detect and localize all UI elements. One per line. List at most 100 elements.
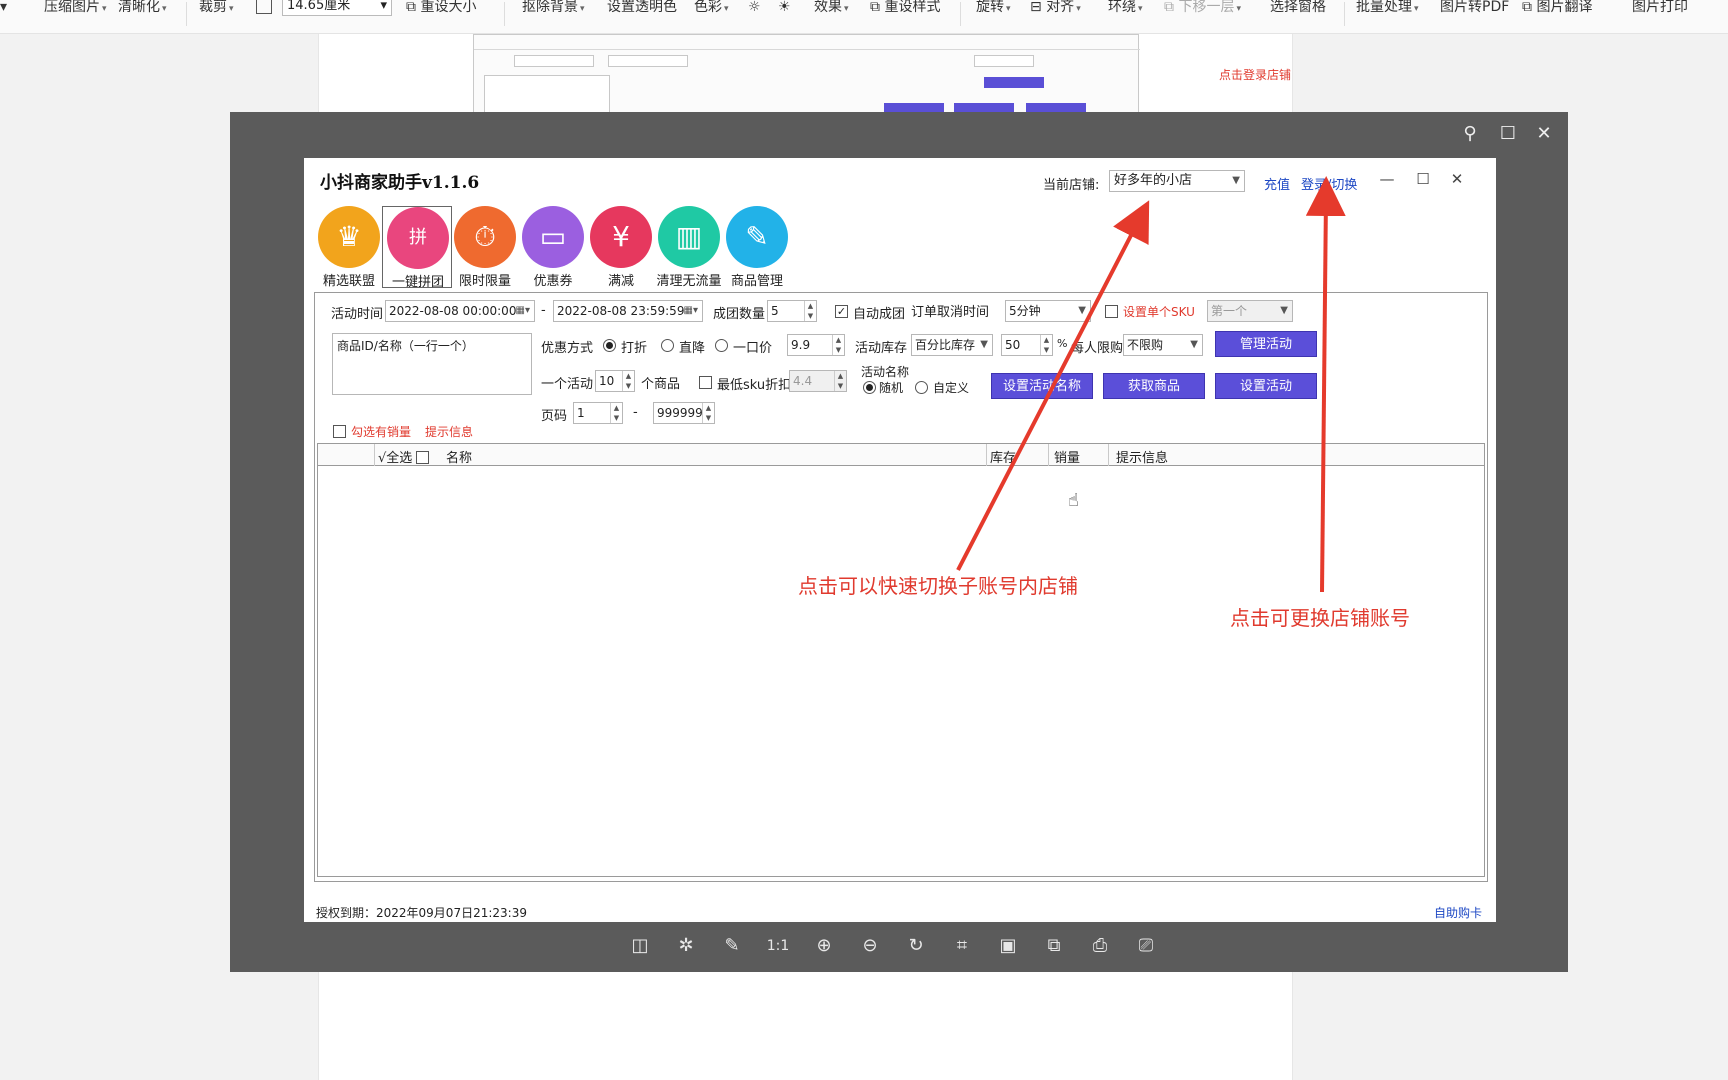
module-flash-sale[interactable]: ⏱ 限时限量 bbox=[450, 206, 520, 289]
color-button[interactable]: 色彩 ▾ bbox=[694, 0, 729, 18]
stock-value-stepper[interactable]: 50 ▲ ▼ bbox=[1001, 334, 1053, 356]
page-to-stepper[interactable]: 999999 ▲ ▼ bbox=[653, 402, 715, 424]
compress-image-button[interactable]: 压缩图片 ▾ bbox=[44, 0, 107, 18]
image-icon[interactable]: ▣ bbox=[994, 932, 1022, 960]
per-activity-stepper[interactable]: 10 ▲ ▼ bbox=[595, 370, 635, 392]
close-icon[interactable]: ✕ bbox=[1532, 122, 1556, 146]
image-print-button[interactable]: 图片打印 bbox=[1632, 0, 1688, 18]
ribbon-label: 效果 bbox=[814, 0, 842, 15]
magic-icon[interactable]: ✲ bbox=[672, 932, 700, 960]
discount-value-stepper[interactable]: 9.9 ▲ ▼ bbox=[787, 334, 845, 356]
select-all-checkbox[interactable] bbox=[416, 451, 430, 464]
sku-select[interactable]: 第一个 ▼ bbox=[1207, 300, 1293, 322]
rotate-button[interactable]: 旋转 ▾ bbox=[976, 0, 1011, 18]
select-all-header[interactable]: √全选 bbox=[378, 447, 430, 466]
self-service-card-link[interactable]: 自助购卡 bbox=[1434, 904, 1482, 921]
brightness-up-icon[interactable]: ☼ bbox=[748, 0, 761, 18]
login-switch-link[interactable]: 登录/切换 bbox=[1301, 174, 1357, 193]
tip-header[interactable]: 提示信息 bbox=[1116, 447, 1168, 466]
module-group-buy[interactable]: 拼 一键拼团 bbox=[382, 206, 452, 290]
image-translate-button[interactable]: ⧉ 图片翻译 bbox=[1522, 0, 1592, 18]
maximize-icon[interactable]: ☐ bbox=[1496, 122, 1520, 146]
spinner-icon[interactable]: ▲ ▼ bbox=[702, 403, 714, 423]
shop-select[interactable]: 好多年的小店 ▼ bbox=[1109, 170, 1245, 192]
page-from-stepper[interactable]: 1 ▲ ▼ bbox=[573, 402, 623, 424]
sales-header[interactable]: 销量 bbox=[1054, 447, 1080, 466]
set-activity-name-button[interactable]: 设置活动名称 bbox=[991, 373, 1093, 399]
module-product-management[interactable]: ✎ 商品管理 bbox=[722, 206, 792, 289]
brightness-down-icon[interactable]: ☀ bbox=[778, 0, 791, 18]
spinner-icon[interactable]: ▲ ▼ bbox=[834, 371, 846, 391]
crop-icon[interactable]: ⌗ bbox=[948, 932, 976, 960]
calendar-icon[interactable]: ▦▾ bbox=[516, 301, 530, 321]
spinner-icon[interactable]: ▲ ▼ bbox=[610, 403, 622, 423]
compare-icon[interactable]: ⧉ bbox=[1040, 932, 1068, 960]
product-table[interactable]: √全选 名称 库存 销量 提示信息 bbox=[317, 443, 1485, 877]
reset-size-button[interactable]: ⧉ 重设大小 bbox=[406, 0, 476, 18]
batch-process-button[interactable]: 批量处理 ▾ bbox=[1356, 0, 1419, 18]
size-input[interactable]: 14.65厘米 ▾ bbox=[282, 0, 392, 16]
auto-group-checkbox[interactable]: ✓ bbox=[835, 305, 848, 318]
spinner-icon[interactable]: ▲ ▼ bbox=[832, 335, 844, 355]
min-sku-checkbox[interactable] bbox=[699, 376, 712, 389]
module-coupon[interactable]: ▭ 优惠券 bbox=[518, 206, 588, 289]
module-cleanup[interactable]: ▥ 清理无流量 bbox=[654, 206, 724, 289]
zoom-in-icon[interactable]: ⊕ bbox=[810, 932, 838, 960]
start-time-input[interactable]: 2022-08-08 00:00:00 ▦▾ bbox=[385, 300, 535, 322]
reset-style-button[interactable]: ⧉ 重设样式 bbox=[870, 0, 940, 18]
manage-activity-button[interactable]: 管理活动 bbox=[1215, 331, 1317, 357]
stock-header[interactable]: 库存 bbox=[990, 447, 1016, 466]
shopping-bag-icon: 拼 bbox=[387, 207, 449, 269]
print-icon[interactable]: ⎚ bbox=[1132, 932, 1160, 960]
ribbon-toolbar: ▾ 压缩图片 ▾ 清晰化 ▾ 裁剪 ▾ 14.65厘米 ▾ ⧉ 重设大小 抠除背景 ▾ 设… bbox=[0, 0, 1728, 34]
discount-radio-percent[interactable] bbox=[603, 339, 616, 352]
selection-pane-button[interactable]: 选择窗格 bbox=[1270, 0, 1326, 18]
set-activity-button[interactable]: 设置活动 bbox=[1215, 373, 1317, 399]
discount-radio-fixed[interactable] bbox=[715, 339, 728, 352]
module-selected-alliance[interactable]: ♛ 精选联盟 bbox=[314, 206, 384, 289]
ribbon-caret[interactable]: ▾ bbox=[0, 0, 7, 18]
fetch-products-button[interactable]: 获取商品 bbox=[1103, 373, 1205, 399]
effects-button[interactable]: 效果 ▾ bbox=[814, 0, 849, 18]
name-radio-random[interactable] bbox=[863, 381, 876, 394]
actual-size-icon[interactable]: 1:1 bbox=[764, 932, 792, 960]
save-icon[interactable]: ⎙ bbox=[1086, 932, 1114, 960]
split-view-icon[interactable]: ◫ bbox=[626, 932, 654, 960]
transparent-color-button[interactable]: 设置透明色 bbox=[607, 0, 677, 18]
name-radio-custom[interactable] bbox=[915, 381, 928, 394]
discount-radio-direct[interactable] bbox=[661, 339, 674, 352]
limit-select[interactable]: 不限购 ▼ bbox=[1123, 334, 1203, 356]
caret-icon: ▾ bbox=[580, 4, 585, 14]
has-sales-checkbox[interactable] bbox=[333, 425, 346, 438]
product-id-textarea[interactable]: 商品ID/名称（一行一个） bbox=[332, 333, 532, 395]
close-icon[interactable]: ✕ bbox=[1446, 168, 1468, 190]
name-header[interactable]: 名称 bbox=[446, 447, 472, 466]
lock-aspect-icon[interactable] bbox=[256, 0, 272, 14]
spinner-icon[interactable]: ▲ ▼ bbox=[622, 371, 634, 391]
spinner-icon[interactable]: ▲ ▼ bbox=[1040, 335, 1052, 355]
stock-select[interactable]: 百分比库存 ▼ bbox=[911, 334, 993, 356]
group-count-stepper[interactable]: 5 ▲ ▼ bbox=[767, 300, 817, 322]
minimize-icon[interactable]: — bbox=[1376, 168, 1398, 190]
remove-bg-button[interactable]: 抠除背景 ▾ bbox=[522, 0, 585, 18]
cancel-time-select[interactable]: 5分钟 ▼ bbox=[1005, 300, 1091, 322]
end-time-input[interactable]: 2022-08-08 23:59:59 ▦▾ bbox=[553, 300, 703, 322]
module-discount[interactable]: ¥ 满减 bbox=[586, 206, 656, 289]
align-button[interactable]: ⊟ 对齐 ▾ bbox=[1030, 0, 1081, 18]
calendar-icon[interactable]: ▦▾ bbox=[684, 301, 698, 321]
maximize-icon[interactable]: ☐ bbox=[1412, 168, 1434, 190]
wrap-button[interactable]: 环绕 ▾ bbox=[1108, 0, 1143, 18]
edit-image-icon[interactable]: ✎ bbox=[718, 932, 746, 960]
recharge-link[interactable]: 充值 bbox=[1264, 174, 1290, 193]
min-sku-stepper[interactable]: 4.4 ▲ ▼ bbox=[789, 370, 847, 392]
image-to-pdf-button[interactable]: 图片转PDF bbox=[1440, 0, 1509, 18]
spinner-icon[interactable]: ▲ ▼ bbox=[804, 301, 816, 321]
send-backward-button[interactable]: ⧉ 下移一层 ▾ bbox=[1164, 0, 1241, 18]
crop-button[interactable]: 裁剪 ▾ bbox=[199, 0, 234, 18]
zoom-out-icon[interactable]: ⊖ bbox=[856, 932, 884, 960]
chevron-down-icon: ▼ bbox=[1078, 305, 1086, 316]
pin-icon[interactable]: ⚲ bbox=[1458, 122, 1482, 146]
sharpen-button[interactable]: 清晰化 ▾ bbox=[118, 0, 167, 18]
rotate-icon[interactable]: ↻ bbox=[902, 932, 930, 960]
single-sku-checkbox[interactable] bbox=[1105, 305, 1118, 318]
